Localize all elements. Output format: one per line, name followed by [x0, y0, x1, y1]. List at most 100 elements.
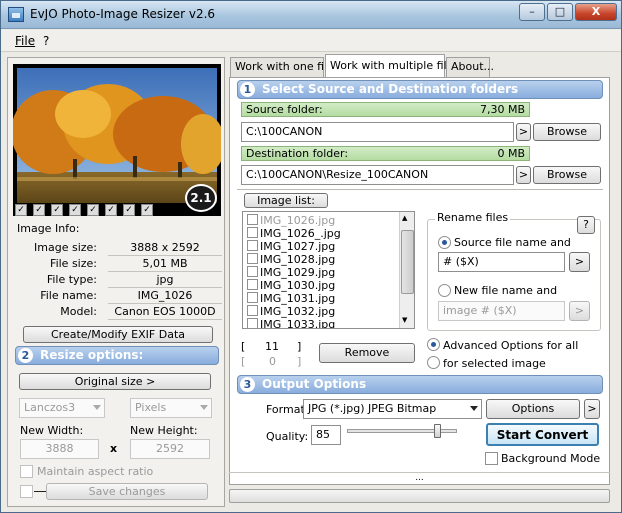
info-value-type: jpg [108, 272, 222, 288]
destination-more-button[interactable]: > [516, 166, 531, 184]
checkbox-icon[interactable] [247, 214, 258, 225]
advanced-all-radio[interactable] [427, 338, 440, 351]
checkbox-icon[interactable] [247, 292, 258, 303]
connector-line [34, 491, 46, 492]
times-sign: x [110, 442, 118, 455]
new-name-label: New file name and [454, 284, 558, 297]
rename-help-button[interactable]: ? [577, 216, 595, 234]
checkbox-icon[interactable] [247, 266, 258, 277]
resize-options-header: 2 Resize options: [15, 346, 219, 365]
background-mode-checkbox[interactable] [485, 452, 498, 465]
menu-help[interactable]: ? [43, 34, 49, 48]
quality-input[interactable]: 85 [311, 425, 341, 445]
check-icon[interactable]: ✓ [87, 204, 99, 216]
new-pattern-input[interactable]: image # ($X) [438, 301, 565, 321]
minimize-button[interactable]: – [519, 3, 545, 21]
list-item[interactable]: IMG_1026_.jpg [247, 227, 341, 240]
check-icon[interactable]: ✓ [105, 204, 117, 216]
source-pattern-go-button[interactable]: > [569, 252, 590, 272]
menu-file[interactable]: File [15, 34, 35, 48]
thumbnail-checks: ✓ ✓ ✓ ✓ ✓ ✓ ✓ ✓ [15, 204, 155, 216]
checkbox-icon[interactable] [247, 318, 258, 328]
advanced-selected-radio[interactable] [427, 356, 440, 369]
check-icon[interactable]: ✓ [141, 204, 153, 216]
check-icon[interactable]: ✓ [15, 204, 27, 216]
source-more-button[interactable]: > [516, 123, 531, 141]
image-list-scrollbar[interactable]: ▲ ▼ [399, 212, 414, 328]
checkbox-icon[interactable] [247, 279, 258, 290]
bracket-close: ] [297, 355, 302, 368]
tab-multiple-files[interactable]: Work with multiple files [325, 54, 459, 77]
source-name-radio[interactable] [438, 236, 451, 249]
aspect-ratio-label: Maintain aspect ratio [37, 465, 154, 478]
list-item[interactable]: IMG_1028.jpg [247, 253, 335, 266]
format-select[interactable]: JPG (*.jpg) JPEG Bitmap [303, 399, 482, 419]
scroll-up-icon[interactable]: ▲ [402, 214, 407, 222]
new-width-label: New Width: [20, 424, 84, 437]
new-pattern-go-button[interactable]: > [569, 301, 590, 321]
list-item[interactable]: IMG_1033.jpg [247, 318, 335, 328]
advanced-selected-label: for selected image [443, 357, 546, 370]
check-icon[interactable]: ✓ [51, 204, 63, 216]
checkbox-icon[interactable] [247, 240, 258, 251]
quality-label: Quality: [266, 430, 309, 443]
destination-browse-button[interactable]: Browse [533, 166, 601, 184]
advanced-all-label: Advanced Options for all [443, 339, 579, 352]
source-browse-button[interactable]: Browse [533, 123, 601, 141]
source-dest-header: 1 Select Source and Destination folders [237, 80, 603, 99]
checkbox-icon[interactable] [247, 305, 258, 316]
quality-slider-track[interactable] [347, 424, 457, 438]
checkbox-icon[interactable] [247, 253, 258, 264]
check-icon[interactable]: ✓ [69, 204, 81, 216]
tab-one-file[interactable]: Work with one file [230, 57, 334, 77]
bracket-open: [ [241, 340, 246, 353]
quality-slider-thumb[interactable] [434, 424, 441, 438]
image-info-table: Image size: 3888 x 2592 File size: 5,01 … [7, 238, 225, 320]
image-list[interactable]: IMG_1026.jpg IMG_1026_.jpg IMG_1027.jpg … [242, 211, 415, 329]
new-height-label: New Height: [130, 424, 198, 437]
start-convert-button[interactable]: Start Convert [486, 423, 599, 446]
save-changes-button[interactable]: Save changes [46, 483, 208, 500]
title-bar[interactable]: EvJO Photo-Image Resizer v2.6 – □ X [1, 1, 621, 29]
new-name-radio[interactable] [438, 284, 451, 297]
source-folder-size: 7,30 MB [479, 103, 525, 116]
scrollbar-thumb[interactable] [401, 230, 414, 294]
version-badge: 2.1 [185, 184, 217, 212]
remove-button[interactable]: Remove [319, 343, 415, 363]
exif-button[interactable]: Create/Modify EXIF Data [23, 326, 213, 343]
width-input[interactable]: 3888 [20, 439, 99, 459]
list-item[interactable]: IMG_1027.jpg [247, 240, 335, 253]
list-item[interactable]: IMG_1031.jpg [247, 292, 335, 305]
list-item[interactable]: IMG_1030.jpg [247, 279, 335, 292]
list-item[interactable]: IMG_1029.jpg [247, 266, 335, 279]
output-options-header: 3 Output Options [237, 375, 603, 394]
info-value-size: 3888 x 2592 [108, 240, 222, 256]
aspect-ratio-checkbox[interactable] [20, 465, 33, 478]
progress-bar [229, 489, 610, 503]
source-pattern-input[interactable]: # ($X) [438, 252, 565, 272]
scroll-down-icon[interactable]: ▼ [402, 316, 407, 324]
resize-options-title: Resize options: [40, 348, 144, 362]
image-list-button[interactable]: Image list: [244, 193, 328, 208]
checkbox-icon[interactable] [247, 227, 258, 238]
list-item[interactable]: IMG_1026.jpg [247, 214, 335, 227]
check-icon[interactable]: ✓ [33, 204, 45, 216]
options-button[interactable]: Options [486, 399, 580, 419]
destination-folder-input[interactable]: C:\100CANON\Resize_100CANON [241, 165, 514, 185]
source-folder-label: Source folder: [246, 103, 323, 116]
check-icon[interactable]: ✓ [123, 204, 135, 216]
resample-method-select[interactable]: Lanczos3 [19, 398, 105, 418]
info-label: File size: [50, 257, 97, 270]
unit-select[interactable]: Pixels [130, 398, 212, 418]
background-mode-label: Background Mode [501, 452, 601, 465]
options-more-button[interactable]: > [584, 399, 600, 419]
height-input[interactable]: 2592 [130, 439, 210, 459]
source-folder-input[interactable]: C:\100CANON [241, 122, 514, 142]
save-changes-checkbox[interactable] [20, 485, 33, 498]
tab-about[interactable]: About... [446, 57, 494, 77]
list-item[interactable]: IMG_1032.jpg [247, 305, 335, 318]
close-button[interactable]: X [575, 3, 617, 21]
original-size-button[interactable]: Original size > [19, 373, 211, 390]
destination-folder-label: Destination folder: [246, 147, 349, 160]
maximize-button[interactable]: □ [547, 3, 573, 21]
